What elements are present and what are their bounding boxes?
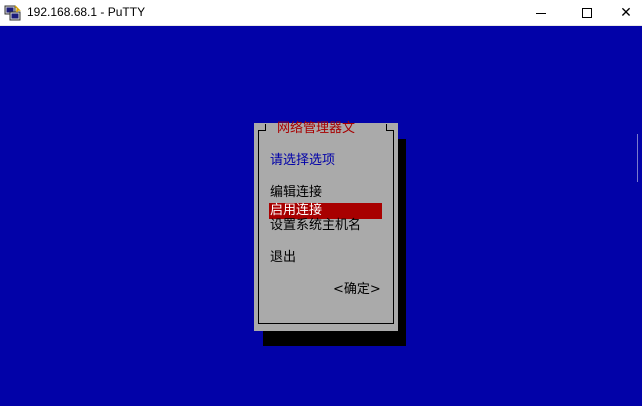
close-button[interactable]: ✕ — [610, 0, 642, 26]
menu-item-set-hostname[interactable]: 设置系统主机名 — [269, 218, 361, 234]
scrollbar-indicator[interactable] — [637, 134, 638, 182]
minimize-button[interactable] — [518, 0, 564, 26]
frame-title-tick-left — [265, 124, 266, 131]
menu-item-quit[interactable]: 退出 — [269, 250, 296, 266]
menu-item-activate-connection[interactable]: 启用连接 — [269, 203, 382, 219]
dialog-prompt: 请选择选项 — [270, 153, 336, 168]
window-title: 192.168.68.1 - PuTTY — [27, 5, 146, 19]
minimize-icon — [536, 12, 546, 14]
maximize-button[interactable] — [564, 0, 610, 26]
putty-app-icon[interactable] — [4, 4, 22, 22]
title-bar[interactable]: 192.168.68.1 - PuTTY ✕ — [0, 0, 642, 26]
ok-button[interactable]: <确定> — [333, 282, 381, 298]
frame-top-right — [386, 130, 394, 131]
menu-item-edit-connection[interactable]: 编辑连接 — [269, 185, 322, 201]
dialog-title: 网络管理器文 — [277, 121, 356, 136]
maximize-icon — [582, 8, 592, 18]
close-icon: ✕ — [620, 5, 632, 21]
frame-title-tick-right — [386, 124, 387, 131]
